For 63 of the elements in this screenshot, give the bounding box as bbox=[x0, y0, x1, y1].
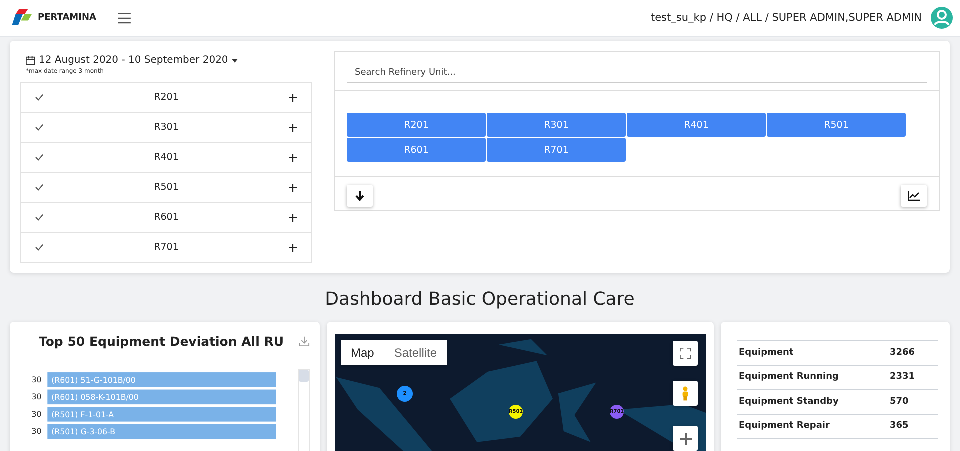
line-chart-icon bbox=[908, 191, 920, 201]
value-label: 30 bbox=[32, 427, 42, 436]
table-cell-text: 365 bbox=[890, 421, 910, 432]
unit-row[interactable]: R601 bbox=[21, 203, 311, 233]
map-type-button[interactable]: Satellite bbox=[384, 340, 448, 365]
menu-icon[interactable] bbox=[118, 12, 132, 24]
unit-row[interactable]: R401 bbox=[21, 143, 311, 173]
unit-chip[interactable]: R401 bbox=[627, 113, 766, 137]
value-label: 30 bbox=[32, 410, 42, 419]
plus-icon[interactable] bbox=[289, 124, 297, 132]
unit-chip[interactable]: R301 bbox=[487, 113, 626, 137]
bar-label: (R601) 058-K-101B/00 bbox=[52, 393, 139, 402]
unit-chip[interactable]: R601 bbox=[347, 138, 486, 162]
dashboard-title: Dashboard Basic Operational Care bbox=[324, 290, 636, 310]
table-cell-text: Equipment Repair bbox=[738, 421, 831, 432]
fullscreen-icon bbox=[680, 348, 691, 359]
avatar-icon[interactable] bbox=[930, 6, 954, 30]
scrollbar[interactable] bbox=[298, 369, 310, 451]
user-info: test_su_kp / HQ / ALL / SUPER ADMIN,SUPER ADMIN bbox=[650, 12, 922, 24]
bar-label: (R501) F-1-01-A bbox=[52, 410, 114, 420]
plus-icon bbox=[680, 432, 692, 444]
plus-icon[interactable] bbox=[289, 154, 297, 162]
plus-icon[interactable] bbox=[289, 214, 297, 222]
calendar-icon bbox=[26, 56, 35, 65]
zoom-in-button[interactable] bbox=[673, 426, 698, 451]
plus-icon[interactable] bbox=[289, 244, 297, 252]
value-label: 30 bbox=[32, 375, 42, 384]
brand-name: PERTAMINA bbox=[38, 13, 96, 23]
plus-icon[interactable] bbox=[289, 94, 297, 102]
unit-row[interactable]: R501 bbox=[21, 173, 311, 203]
unit-label: R301 bbox=[153, 122, 180, 133]
date-range-picker[interactable]: 12 August 2020 - 10 September 2020 bbox=[20, 55, 312, 66]
table-cell-text: 3266 bbox=[890, 348, 916, 358]
map-type-button[interactable]: Map bbox=[341, 340, 384, 365]
download-button[interactable] bbox=[347, 185, 373, 207]
value-label: 30 bbox=[32, 392, 42, 402]
plus-icon[interactable] bbox=[289, 184, 297, 192]
unit-chip[interactable]: R701 bbox=[487, 138, 626, 162]
unit-chip[interactable]: R501 bbox=[767, 113, 906, 137]
table-cell-text: Equipment bbox=[738, 348, 795, 358]
download-icon[interactable] bbox=[299, 336, 310, 347]
unit-label: R201 bbox=[153, 92, 180, 103]
fullscreen-button[interactable] bbox=[673, 341, 698, 366]
unit-label: R601 bbox=[153, 212, 180, 223]
person-icon bbox=[681, 386, 690, 401]
unit-label: R701 bbox=[153, 242, 180, 253]
bar-label: (R501) G-3-06-B bbox=[52, 428, 116, 437]
caret-icon bbox=[232, 58, 238, 62]
table-cell-text: 570 bbox=[890, 396, 910, 407]
unit-chip[interactable]: R201 bbox=[347, 113, 486, 137]
chart-button[interactable] bbox=[901, 185, 927, 207]
logo-icon bbox=[12, 9, 34, 27]
unit-label: R401 bbox=[153, 152, 180, 163]
unit-row[interactable]: R701 bbox=[21, 233, 311, 263]
table-cell-text: Equipment Standby bbox=[738, 396, 840, 407]
chart-title: Top 50 Equipment Deviation All RU bbox=[38, 334, 286, 349]
unit-row[interactable]: R301 bbox=[21, 113, 311, 143]
table-cell-text: 2331 bbox=[890, 372, 916, 382]
arrow-down-icon bbox=[355, 191, 365, 201]
table-cell-text: Equipment Running bbox=[738, 372, 840, 382]
unit-row[interactable]: R201 bbox=[21, 83, 311, 113]
bar-label: (R601) 51-G-101B/00 bbox=[52, 376, 136, 385]
unit-label: R501 bbox=[153, 182, 180, 193]
